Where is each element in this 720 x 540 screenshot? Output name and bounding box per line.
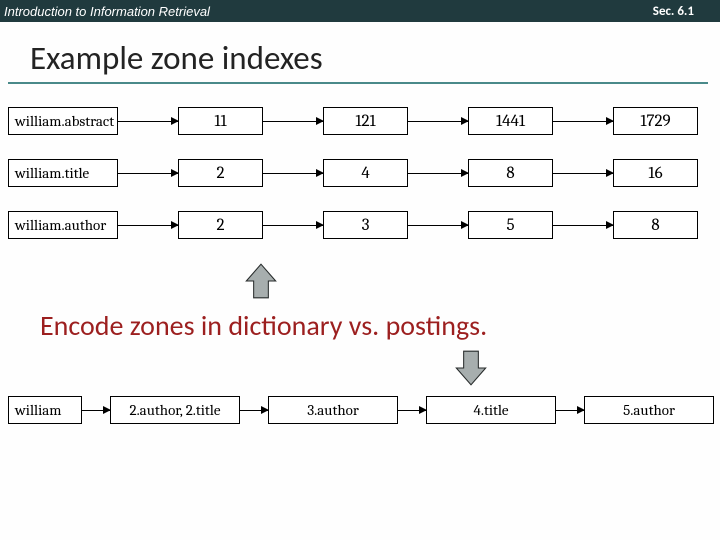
posting-row: william 2.author, 2.title 3.author 4.tit… (8, 393, 720, 427)
arrow-right (408, 121, 468, 122)
arrow-right (263, 173, 323, 174)
posting-row: william.title 2 4 8 16 (8, 156, 720, 190)
arrow-right (408, 173, 468, 174)
term-box: william.abstract (8, 107, 118, 135)
posting-box: 3 (323, 211, 408, 239)
posting-box: 5.author (584, 396, 714, 424)
arrow-up-wrap (0, 260, 720, 302)
arrow-right (263, 121, 323, 122)
arrow-right (556, 410, 584, 411)
posting-box: 8 (613, 211, 698, 239)
arrow-down-icon (450, 347, 492, 389)
top-diagram: william.abstract 11 121 1441 1729 willia… (8, 104, 720, 242)
header-bar: Introduction to Information Retrieval Se… (0, 0, 720, 22)
section-badge: Sec. 6.1 (643, 0, 720, 22)
arrow-right (263, 225, 323, 226)
arrow-right (118, 173, 178, 174)
arrow-right (118, 225, 178, 226)
posting-box: 1441 (468, 107, 553, 135)
posting-box: 2 (178, 211, 263, 239)
posting-box: 2.author, 2.title (110, 396, 240, 424)
term-box: william.title (8, 159, 118, 187)
arrow-up-icon (240, 260, 282, 302)
posting-box: 4 (323, 159, 408, 187)
title-wrap: Example zone indexes (30, 38, 700, 78)
arrow-down-wrap (0, 345, 720, 389)
bottom-diagram: william 2.author, 2.title 3.author 4.tit… (8, 393, 720, 427)
arrow-right (408, 225, 468, 226)
arrow-right (398, 410, 426, 411)
page-title: Example zone indexes (30, 38, 700, 78)
posting-box: 11 (178, 107, 263, 135)
posting-box: 16 (613, 159, 698, 187)
arrow-right (240, 410, 268, 411)
course-title: Introduction to Information Retrieval (4, 4, 210, 19)
arrow-right (82, 410, 110, 411)
arrow-right (553, 225, 613, 226)
posting-row: william.author 2 3 5 8 (8, 208, 720, 242)
posting-box: 4.title (426, 396, 556, 424)
posting-box: 8 (468, 159, 553, 187)
title-rule (8, 82, 708, 84)
posting-box: 121 (323, 107, 408, 135)
arrow-right (553, 121, 613, 122)
term-box: william.author (8, 211, 118, 239)
posting-box: 1729 (613, 107, 698, 135)
posting-row: william.abstract 11 121 1441 1729 (8, 104, 720, 138)
posting-box: 5 (468, 211, 553, 239)
arrow-right (118, 121, 178, 122)
posting-box: 3.author (268, 396, 398, 424)
posting-box: 2 (178, 159, 263, 187)
term-box: william (8, 396, 82, 424)
arrow-right (553, 173, 613, 174)
caption-text: Encode zones in dictionary vs. postings. (40, 308, 720, 343)
